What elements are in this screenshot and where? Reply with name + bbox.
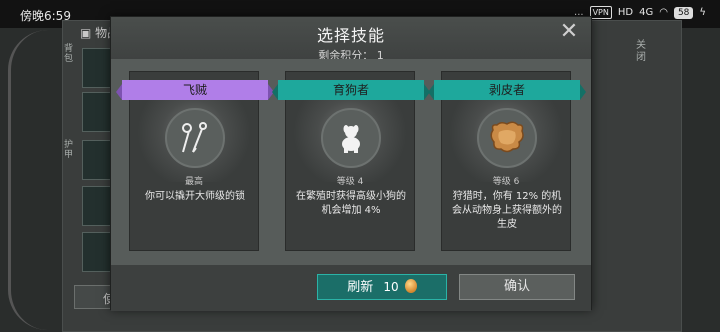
skill-description: 你可以撬开大师级的锁 xyxy=(145,191,245,202)
close-icon[interactable]: ✕ xyxy=(559,21,579,43)
skill-name-ribbon: 育狗者 xyxy=(272,80,430,100)
side-tab-backpack[interactable]: 背包 xyxy=(64,44,78,64)
background-arc-decoration xyxy=(8,30,68,330)
status-indicators: ... VPN HD 4G ◠ 58 ϟ xyxy=(574,6,706,19)
close-label[interactable]: 关闭 xyxy=(636,40,650,64)
dialog-header: 选择技能 剩余积分： 1 ✕ xyxy=(111,17,591,62)
skill-description: 狩猎时，你有 12% 的机会从动物身上获得额外的生皮 xyxy=(452,191,562,230)
skill-level: 等级 6 xyxy=(492,177,520,187)
backpack-icon: ▣ xyxy=(80,26,92,40)
skill-name-ribbon: 剥皮者 xyxy=(428,80,586,100)
dog-icon xyxy=(321,108,381,168)
skill-name-ribbon: 飞贼 xyxy=(116,80,274,100)
confirm-button[interactable]: 确认 xyxy=(459,274,575,300)
side-tab-armor[interactable]: 护甲 xyxy=(64,140,78,160)
refresh-label: 刷新 xyxy=(347,280,374,295)
inventory-slot[interactable] xyxy=(82,186,112,226)
skill-card-thief[interactable]: 飞贼 最高 你可以撬开大师级的锁 xyxy=(116,71,274,251)
skill-level: 最高 xyxy=(184,177,203,187)
lockpick-icon xyxy=(165,108,225,168)
skill-card-dog-breeder[interactable]: 育狗者 等级 4 在繁殖时获得高级小狗的机会增加 4% xyxy=(272,71,430,251)
inventory-slot[interactable] xyxy=(82,232,112,272)
inventory-slot[interactable] xyxy=(82,140,112,180)
charging-icon: ϟ xyxy=(699,7,706,18)
hd-icon: HD xyxy=(617,7,634,18)
refresh-button[interactable]: 刷新 10 xyxy=(317,274,447,300)
hide-icon xyxy=(477,108,537,168)
skill-cards-area: 飞贼 最高 你可以撬开大师级的锁 育狗者 等级 4 在繁殖时获得高级小狗的机会增… xyxy=(111,59,591,265)
dialog-footer: 刷新 10 确认 xyxy=(111,265,591,311)
skill-description: 在繁殖时获得高级小狗的机会增加 4% xyxy=(296,191,406,216)
skill-card-skinner[interactable]: 剥皮者 等级 6 狩猎时，你有 12% 的机会从动物身上获得额外的生皮 xyxy=(428,71,586,251)
vpn-icon: VPN xyxy=(589,6,612,19)
skill-level: 等级 4 xyxy=(336,177,364,187)
dialog-title: 选择技能 xyxy=(316,26,385,45)
refresh-cost: 10 xyxy=(383,280,399,294)
battery-icon: 58 xyxy=(673,6,694,19)
skill-select-dialog: 选择技能 剩余积分： 1 ✕ 飞贼 最高 你可以撬开大师级的锁 育狗者 等级 4… xyxy=(110,16,592,311)
wifi-icon: ◠ xyxy=(659,7,668,18)
signal-icon: 4G xyxy=(639,7,654,18)
inventory-slot[interactable] xyxy=(82,48,112,88)
inventory-slot[interactable] xyxy=(82,92,112,132)
coin-icon xyxy=(404,279,417,293)
